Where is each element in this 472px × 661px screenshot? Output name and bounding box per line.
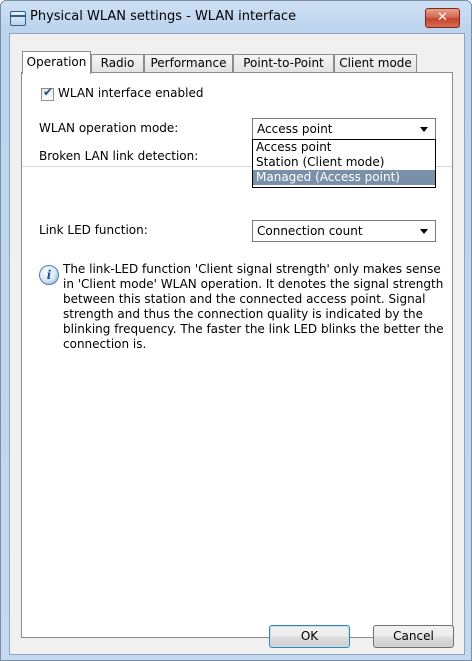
tab-client-mode[interactable]: Client mode — [334, 54, 417, 73]
operation-mode-value: Access point — [257, 122, 333, 136]
tab-label: Operation — [26, 55, 87, 69]
close-icon: ✕ — [437, 10, 448, 25]
dialog-window: Physical WLAN settings - WLAN interface … — [0, 0, 472, 661]
dropdown-option-access-point[interactable]: Access point — [253, 140, 435, 155]
cancel-button-label: Cancel — [393, 629, 434, 643]
ok-button-label: OK — [300, 629, 319, 643]
tab-label: Client mode — [339, 56, 412, 70]
dropdown-option-station[interactable]: Station (Client mode) — [253, 155, 435, 170]
info-text: The link-LED function 'Client signal str… — [63, 262, 444, 351]
ok-button[interactable]: OK — [269, 625, 350, 648]
tab-label: Radio — [100, 56, 135, 70]
broken-lan-label: Broken LAN link detection: — [39, 149, 199, 163]
tab-radio[interactable]: Radio — [91, 54, 144, 73]
checkmark-icon: ✔ — [43, 85, 54, 99]
tab-point-to-point[interactable]: Point-to-Point — [233, 54, 334, 73]
link-led-select[interactable]: Connection count — [252, 220, 436, 242]
link-led-label: Link LED function: — [39, 223, 148, 237]
operation-mode-label: WLAN operation mode: — [39, 121, 179, 135]
chevron-down-icon — [420, 127, 428, 132]
cancel-button[interactable]: Cancel — [373, 625, 454, 648]
window-title: Physical WLAN settings - WLAN interface — [30, 9, 297, 24]
operation-tab-panel: ✔ WLAN interface enabled WLAN operation … — [21, 72, 453, 638]
window-app-icon — [10, 11, 26, 26]
dialog-client-area: Operation Radio Performance Point-to-Poi… — [9, 33, 465, 655]
tab-operation[interactable]: Operation — [22, 51, 91, 74]
wlan-enabled-label[interactable]: WLAN interface enabled — [58, 86, 203, 100]
tab-label: Performance — [150, 56, 227, 70]
tab-performance[interactable]: Performance — [144, 54, 233, 73]
dropdown-option-managed[interactable]: Managed (Access point) — [253, 170, 435, 185]
tab-label: Point-to-Point — [243, 56, 324, 70]
link-led-value: Connection count — [257, 224, 363, 238]
wlan-enabled-checkbox[interactable]: ✔ — [41, 85, 54, 101]
operation-mode-dropdown-list: Access point Station (Client mode) Manag… — [252, 139, 436, 188]
chevron-down-icon — [420, 229, 428, 234]
info-icon: i — [39, 265, 59, 285]
title-bar[interactable]: Physical WLAN settings - WLAN interface … — [1, 1, 471, 33]
close-button[interactable]: ✕ — [425, 8, 460, 28]
operation-mode-select[interactable]: Access point — [252, 118, 436, 140]
